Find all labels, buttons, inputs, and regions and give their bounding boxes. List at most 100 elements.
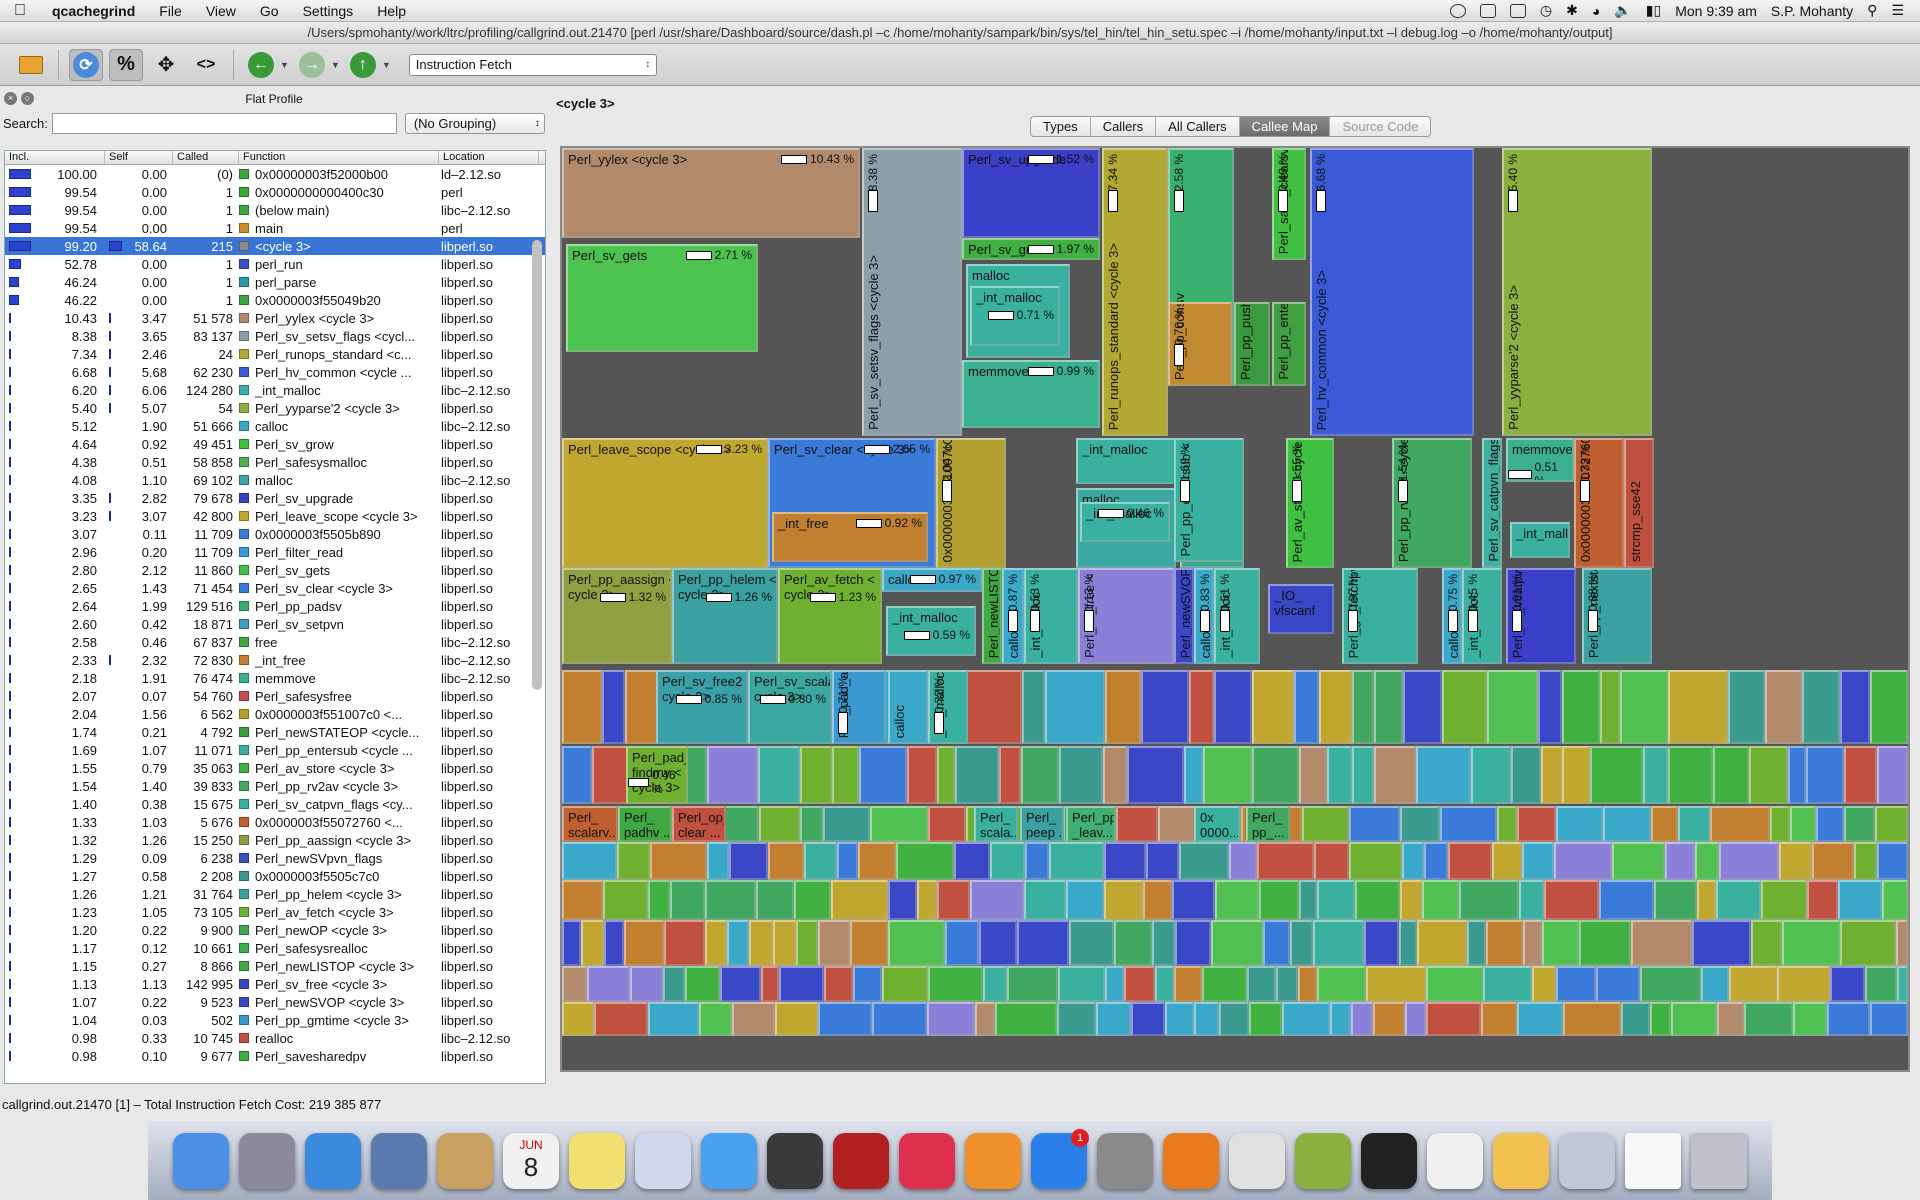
callee-map-cell[interactable] — [1259, 880, 1299, 920]
vertical-scrollbar[interactable] — [532, 240, 542, 690]
callee-map-cell[interactable] — [1749, 746, 1788, 804]
callee-map-cell[interactable] — [1302, 806, 1349, 842]
callee-map-cell[interactable]: Perl_sv_setsv_flags <cycle 3> 8.38 % — [862, 148, 962, 436]
callee-map-cell[interactable] — [1870, 670, 1908, 744]
table-row[interactable]: 1.69 1.07 11 071 Perl_pp_entersub <cycle ..… — [5, 741, 545, 759]
callee-map-cell[interactable] — [1716, 880, 1761, 920]
callee-map-cell[interactable] — [1172, 880, 1215, 920]
callee-map-cell[interactable] — [602, 670, 625, 744]
callee-map-cell[interactable] — [1542, 920, 1579, 966]
callee-map-cell[interactable] — [1562, 746, 1590, 804]
callee-map-cell[interactable] — [1765, 670, 1802, 744]
callee-map-cell[interactable] — [995, 1002, 1057, 1036]
callee-map-cell[interactable]: Perl_sv_gets 2.71 % — [566, 244, 758, 352]
callee-map-cell[interactable] — [800, 806, 823, 842]
callee-map-cell[interactable] — [1049, 842, 1104, 880]
callee-map-cell[interactable] — [1442, 670, 1487, 744]
table-row[interactable]: 6.68 5.68 62 230 Perl_hv_common <cycle ... l… — [5, 363, 545, 381]
callee-map-cell[interactable] — [1330, 1002, 1351, 1036]
callee-map-cell[interactable] — [1022, 670, 1045, 744]
dock-mail-icon[interactable] — [371, 1132, 427, 1189]
callee-map-cell[interactable] — [1600, 670, 1620, 744]
callee-map-cell[interactable] — [756, 880, 794, 920]
callee-map-cell[interactable] — [963, 670, 1022, 744]
callee-map-cell[interactable] — [1426, 1002, 1481, 1036]
dock-chrome-icon[interactable] — [1229, 1132, 1285, 1189]
table-row[interactable]: 1.13 1.13 142 995 Perl_sv_free <cycle 3> lib… — [5, 975, 545, 993]
callee-map-cell[interactable] — [732, 1002, 775, 1036]
callee-map-cell[interactable] — [1155, 966, 1174, 1002]
callee-map-cell[interactable] — [707, 746, 758, 804]
callee-map-cell[interactable] — [1025, 842, 1049, 880]
callee-map-cell[interactable] — [917, 880, 937, 920]
callee-map-cell[interactable] — [1317, 880, 1355, 920]
callee-map-cell[interactable] — [1374, 746, 1416, 804]
callee-map-cell[interactable] — [1202, 966, 1247, 1002]
callee-map-cell[interactable]: Perl_save_clearsv0.49 % — [1272, 148, 1306, 260]
callee-map-cell[interactable] — [1802, 670, 1840, 744]
table-row[interactable]: 1.07 0.22 9 523 Perl_newSVOP <cycle 3> libpe… — [5, 993, 545, 1011]
callee-map-cell[interactable] — [779, 966, 824, 1002]
table-row[interactable]: 8.38 3.65 83 137 Perl_sv_setsv_flags <cycl.… — [5, 327, 545, 345]
dock-messages-icon[interactable] — [701, 1132, 757, 1189]
callee-map-cell[interactable]: Perl_sv_grow 1.97 % — [962, 238, 1100, 260]
callee-map-cell[interactable] — [1127, 746, 1184, 804]
forward-dropdown-icon[interactable]: ▼ — [331, 60, 340, 70]
back-button[interactable]: ← — [244, 49, 278, 81]
callee-map-cell[interactable]: Perl_ scala... — [974, 806, 1018, 842]
callee-map-cell[interactable] — [1812, 842, 1854, 880]
callee-map-cell[interactable] — [648, 1002, 699, 1036]
callee-map-cell[interactable] — [928, 966, 983, 1002]
callee-map-cell[interactable] — [882, 966, 928, 1002]
callee-map-cell[interactable] — [954, 842, 990, 880]
callee-map-cell[interactable] — [1314, 842, 1349, 880]
callee-map-cell[interactable] — [1252, 670, 1294, 744]
dock-ibooks-icon[interactable] — [965, 1132, 1021, 1189]
callee-map-cell[interactable] — [955, 746, 999, 804]
callee-map-cell[interactable] — [927, 1002, 975, 1036]
callee-map-cell[interactable] — [1021, 746, 1059, 804]
callee-map-cell[interactable] — [1104, 842, 1146, 880]
table-row[interactable]: 5.40 5.07 54 Perl_yyparse'2 <cycle 3> libper… — [5, 399, 545, 417]
callee-map-cell[interactable] — [1710, 806, 1770, 842]
callee-map-cell[interactable] — [1717, 1002, 1744, 1036]
table-row[interactable]: 2.60 0.42 18 871 Perl_sv_setpvn libperl.so — [5, 615, 545, 633]
callee-map-cell[interactable] — [562, 880, 603, 920]
callee-map-cell[interactable] — [1426, 966, 1483, 1002]
callee-map-cell[interactable] — [775, 1002, 818, 1036]
menu-help[interactable]: Help — [365, 3, 418, 19]
column-incl[interactable]: Incl. — [5, 151, 105, 164]
callee-map-cell[interactable] — [1105, 670, 1141, 744]
table-row[interactable]: 1.20 0.22 9 900 Perl_newOP <cycle 3> libperl… — [5, 921, 545, 939]
callee-map-cell[interactable] — [1761, 880, 1807, 920]
table-row[interactable]: 1.15 0.27 8 866 Perl_newLISTOP <cycle 3> lib… — [5, 957, 545, 975]
callee-map-cell[interactable]: Perl_sv_catpvn_flags — [1482, 438, 1502, 568]
table-row[interactable]: 2.04 1.56 6 562 0x0000003f551007c0 <... libp… — [5, 705, 545, 723]
callee-map-cell[interactable] — [624, 920, 664, 966]
table-row[interactable]: 99.54 0.00 1 0x0000000000400c30 perl — [5, 183, 545, 201]
callee-map-cell[interactable] — [699, 1002, 732, 1036]
dock-launchpad-icon[interactable] — [239, 1132, 295, 1189]
callee-map-cell[interactable] — [1400, 806, 1440, 842]
callee-map-cell[interactable]: Perl_newSVOP — [1174, 568, 1194, 664]
tab-callee-map[interactable]: Callee Map — [1239, 117, 1331, 136]
callee-map-cell[interactable] — [1744, 1002, 1793, 1036]
callee-map-cell[interactable] — [1116, 806, 1158, 842]
back-dropdown-icon[interactable]: ▼ — [280, 60, 289, 70]
callee-map-cell[interactable]: Perl_ scalarv... — [562, 806, 618, 842]
callee-map-cell[interactable] — [796, 920, 818, 966]
callee-map-cell[interactable] — [1174, 966, 1202, 1002]
callee-map-cell[interactable]: _int_malloc 0.59 % — [886, 606, 976, 656]
app-menu[interactable]: qcachegrind — [40, 3, 147, 19]
callee-map-cell[interactable] — [1844, 746, 1877, 804]
callee-map-cell[interactable] — [1793, 1002, 1827, 1036]
dock-trash-icon[interactable] — [1691, 1132, 1747, 1189]
callee-map-cell[interactable] — [1492, 842, 1522, 880]
callee-map-cell[interactable] — [1486, 920, 1523, 966]
callee-map-cell[interactable] — [1599, 880, 1654, 920]
callee-map-cell[interactable] — [1416, 746, 1471, 804]
grouping-select[interactable]: (No Grouping) ↕ — [404, 112, 545, 134]
callee-map-cell[interactable] — [727, 920, 749, 966]
callee-map-cell[interactable]: Perl_av_store <cycle 3>1.55 % — [1286, 438, 1334, 568]
callee-map-cell[interactable] — [1352, 670, 1374, 744]
